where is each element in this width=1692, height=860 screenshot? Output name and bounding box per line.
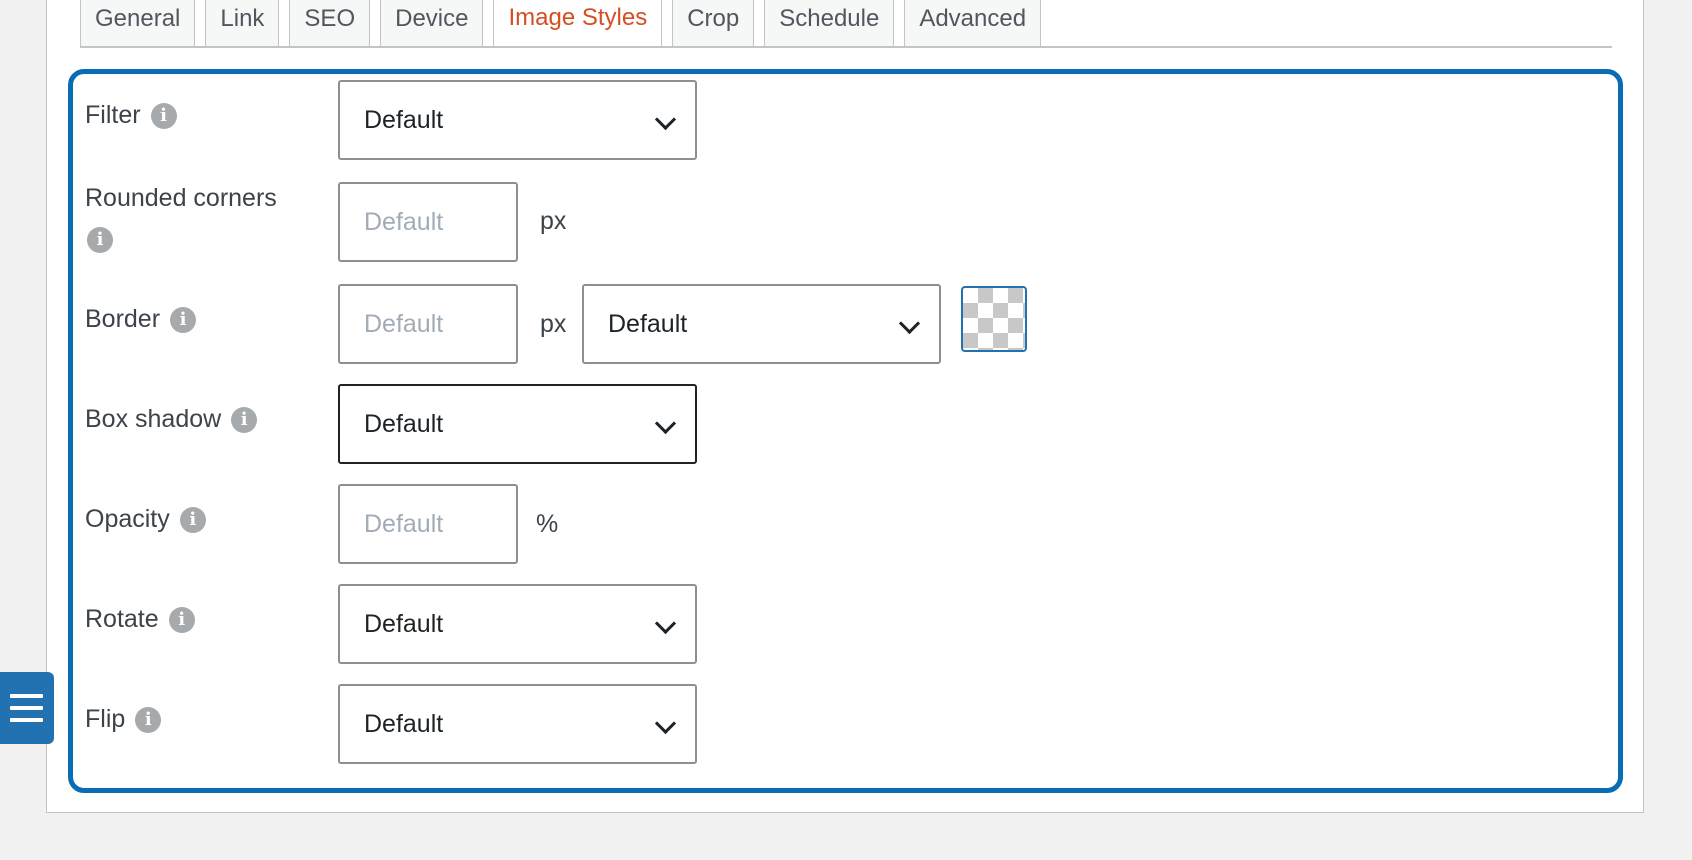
opacity-unit: % — [536, 510, 559, 538]
filter-label: Filter i — [85, 101, 177, 130]
filter-label-text: Filter — [85, 101, 141, 129]
tab-link[interactable]: Link — [205, 0, 280, 48]
info-icon[interactable]: i — [168, 607, 195, 634]
info-icon[interactable]: i — [231, 407, 258, 434]
filter-select-value: Default — [364, 106, 444, 134]
tab-image-styles[interactable]: Image Styles — [493, 0, 663, 48]
image-styles-form: Filteri Default Rounded corners i px Bor… — [68, 69, 1623, 793]
opacity-input[interactable] — [338, 484, 518, 564]
info-icon[interactable]: i — [179, 507, 206, 534]
border-color-swatch[interactable] — [961, 286, 1027, 352]
flip-label-text: Flip — [85, 705, 126, 733]
rotate-label: Rotate i — [85, 605, 195, 634]
flip-select[interactable]: Default — [338, 684, 697, 764]
tab-device[interactable]: Device — [380, 0, 484, 48]
box-shadow-label-text: Box shadow — [85, 405, 222, 433]
info-icon[interactable]: i — [150, 103, 177, 130]
chevron-down-icon — [654, 712, 677, 735]
chevron-down-icon — [898, 312, 921, 335]
border-style-value: Default — [608, 310, 688, 338]
border-label-text: Border — [85, 305, 161, 333]
tab-crop[interactable]: Crop — [672, 0, 755, 48]
opacity-label-text: Opacity — [85, 505, 170, 533]
info-icon[interactable]: i — [135, 707, 162, 734]
box-shadow-label: Box shadow i — [85, 405, 258, 434]
tab-divider — [80, 46, 1612, 48]
tab-general[interactable]: General — [80, 0, 196, 48]
box-shadow-select[interactable]: Default — [338, 384, 697, 464]
tab-advanced[interactable]: Advanced — [904, 0, 1042, 48]
border-style-select[interactable]: Default — [582, 284, 941, 364]
info-icon[interactable]: i — [170, 307, 197, 334]
rounded-corners-label: Rounded corners — [85, 184, 277, 212]
opacity-label: Opacity i — [85, 505, 206, 534]
rotate-select[interactable]: Default — [338, 584, 697, 664]
rounded-corners-unit: px — [540, 207, 567, 235]
rounded-corners-input[interactable] — [338, 182, 518, 262]
info-icon[interactable]: i — [87, 227, 113, 253]
flip-label: Flip i — [85, 705, 162, 734]
chevron-down-icon — [654, 108, 677, 131]
flip-value: Default — [364, 710, 444, 738]
tab-bar: General Link SEO Device Image Styles Cro… — [80, 0, 1051, 48]
border-width-unit: px — [540, 310, 567, 338]
rotate-label-text: Rotate — [85, 605, 159, 633]
sidebar-toggle-button[interactable] — [0, 672, 54, 744]
border-label: Border i — [85, 305, 197, 334]
tab-seo[interactable]: SEO — [289, 0, 371, 48]
rotate-value: Default — [364, 610, 444, 638]
chevron-down-icon — [654, 412, 677, 435]
filter-select[interactable]: Default — [338, 80, 697, 160]
chevron-down-icon — [654, 612, 677, 635]
border-width-input[interactable] — [338, 284, 518, 364]
box-shadow-value: Default — [364, 410, 444, 438]
tab-schedule[interactable]: Schedule — [764, 0, 895, 48]
